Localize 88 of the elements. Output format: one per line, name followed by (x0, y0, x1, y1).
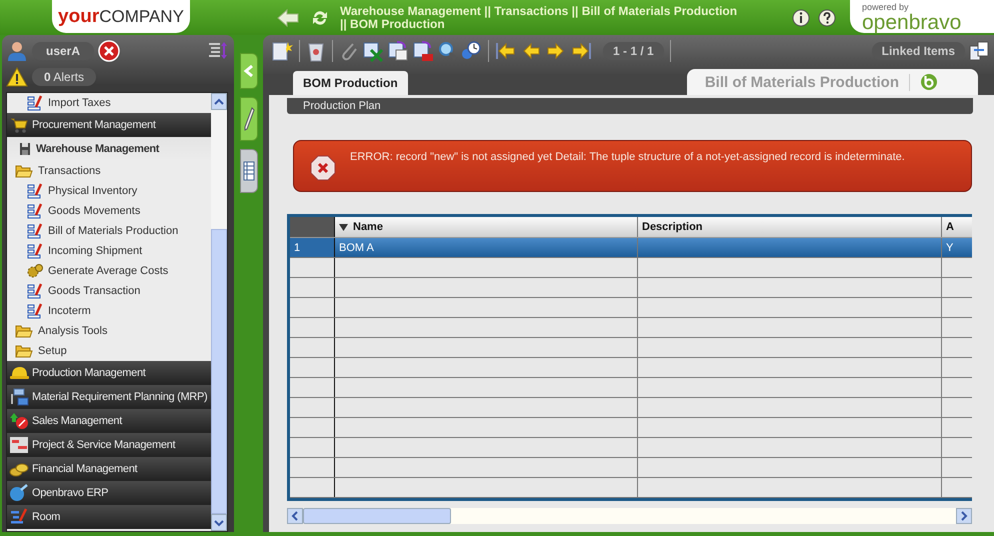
info-icon[interactable] (792, 8, 810, 26)
gears-icon (27, 263, 43, 279)
menu-item[interactable]: Bill of Materials Production (7, 221, 211, 241)
grid-view-tab[interactable] (240, 149, 258, 193)
globe-icon (9, 484, 29, 502)
pencil-icon (242, 107, 255, 131)
column-header[interactable]: A (942, 217, 972, 237)
edit-view-tab[interactable] (240, 97, 258, 141)
table-cell: BOM A (335, 238, 638, 257)
help-icon[interactable] (818, 8, 836, 26)
error-message: ERROR: record "new" is not assigned yet Detail: The tuple structure of a not-yet-assigned record is indeterminate. (350, 151, 905, 163)
subtab[interactable]: Production Plan (287, 100, 381, 112)
menu-item[interactable]: Physical Inventory (7, 181, 211, 201)
brand-logo: powered by openbravo (850, 0, 994, 33)
menu-module[interactable]: Sales Management (7, 409, 211, 433)
hard-hat-icon (9, 365, 29, 381)
menu-module[interactable]: Material Requirement Planning (MRP) (7, 385, 211, 409)
network-icon (9, 388, 29, 406)
menu-item[interactable]: Incoterm (7, 301, 211, 321)
export-pdf-icon[interactable] (412, 40, 434, 62)
form-icon (27, 223, 43, 239)
caret-left-icon (291, 511, 299, 521)
chevron-left-icon (242, 64, 255, 78)
scroll-down-button[interactable] (210, 514, 227, 531)
form-icon (27, 243, 43, 259)
breadcrumb-text: Warehouse Management || Transactions || Bill of Materials Production (340, 4, 738, 18)
caret-up-icon (214, 98, 224, 106)
menu-scrollbar[interactable] (210, 93, 227, 531)
company-logo: yourCOMPANY (52, 0, 190, 33)
form-icon (27, 203, 43, 219)
export-excel-icon[interactable] (362, 40, 384, 62)
sales-icon (9, 412, 29, 430)
linked-items-icon[interactable] (968, 40, 990, 62)
gantt-icon (9, 436, 29, 454)
menu-item[interactable]: Analysis Tools (7, 321, 211, 341)
caret-down-icon (214, 518, 224, 526)
alerts-badge[interactable]: 0 Alerts (32, 68, 96, 86)
export-sheet-icon[interactable] (387, 40, 409, 62)
horizontal-scrollbar[interactable] (287, 508, 972, 524)
menu-item[interactable]: Generate Average Costs (7, 261, 211, 281)
menu-module[interactable]: Project & Service Management (7, 433, 211, 457)
collapse-menu-button[interactable] (240, 53, 258, 89)
menu-module[interactable]: Financial Management (7, 457, 211, 481)
audit-trail-icon[interactable] (460, 40, 482, 62)
grid-icon (242, 161, 255, 181)
scroll-right-button[interactable] (956, 508, 972, 524)
new-record-icon[interactable] (271, 40, 293, 62)
last-record-icon[interactable] (570, 41, 592, 61)
menu-module[interactable]: Production Management (7, 361, 211, 385)
tab[interactable]: BOM Production (293, 71, 408, 95)
form-icon (27, 303, 43, 319)
menu-item[interactable]: Import Taxes (7, 93, 211, 113)
grid-row[interactable]: 1 BOM A Y (290, 238, 972, 258)
menu-item[interactable]: Goods Movements (7, 201, 211, 221)
folder-icon (15, 344, 33, 358)
table-cell-text: Y (945, 240, 954, 256)
folder-icon (15, 164, 33, 178)
caret-right-icon (960, 511, 968, 521)
form-icon (27, 95, 43, 111)
expand-collapse-icon[interactable] (208, 41, 228, 61)
user-icon (6, 40, 28, 62)
window-title: Bill of Materials Production (704, 74, 910, 90)
menu-item[interactable]: Transactions (7, 161, 211, 181)
back-arrow-icon[interactable] (276, 8, 300, 28)
logout-icon[interactable] (98, 40, 120, 62)
column-header[interactable]: Description (638, 217, 942, 237)
form-icon (27, 183, 43, 199)
grid-corner (290, 217, 335, 237)
error-icon (310, 155, 336, 181)
scroll-up-button[interactable] (210, 93, 227, 110)
column-header[interactable]: Name (335, 217, 638, 237)
menu-item[interactable]: Setup (7, 341, 211, 361)
cart-icon (9, 116, 29, 134)
menu-module[interactable]: Room (7, 505, 211, 529)
breadcrumb-text: || BOM Production (340, 18, 445, 30)
scroll-left-button[interactable] (287, 508, 303, 524)
row-number: 1 (290, 238, 335, 257)
form-icon (9, 508, 29, 526)
menu-item[interactable]: Goods Transaction (7, 281, 211, 301)
warning-icon (6, 67, 28, 87)
form-icon (27, 283, 43, 299)
first-record-icon[interactable] (495, 41, 517, 61)
menu-module[interactable]: Openbravo ERP (7, 481, 211, 505)
menu-module[interactable]: Procurement Management (7, 113, 211, 137)
folder-icon (15, 324, 33, 338)
brand-icon (920, 73, 938, 91)
scroll-thumb[interactable] (303, 508, 451, 524)
menu-item[interactable]: Incoming Shipment (7, 241, 211, 261)
